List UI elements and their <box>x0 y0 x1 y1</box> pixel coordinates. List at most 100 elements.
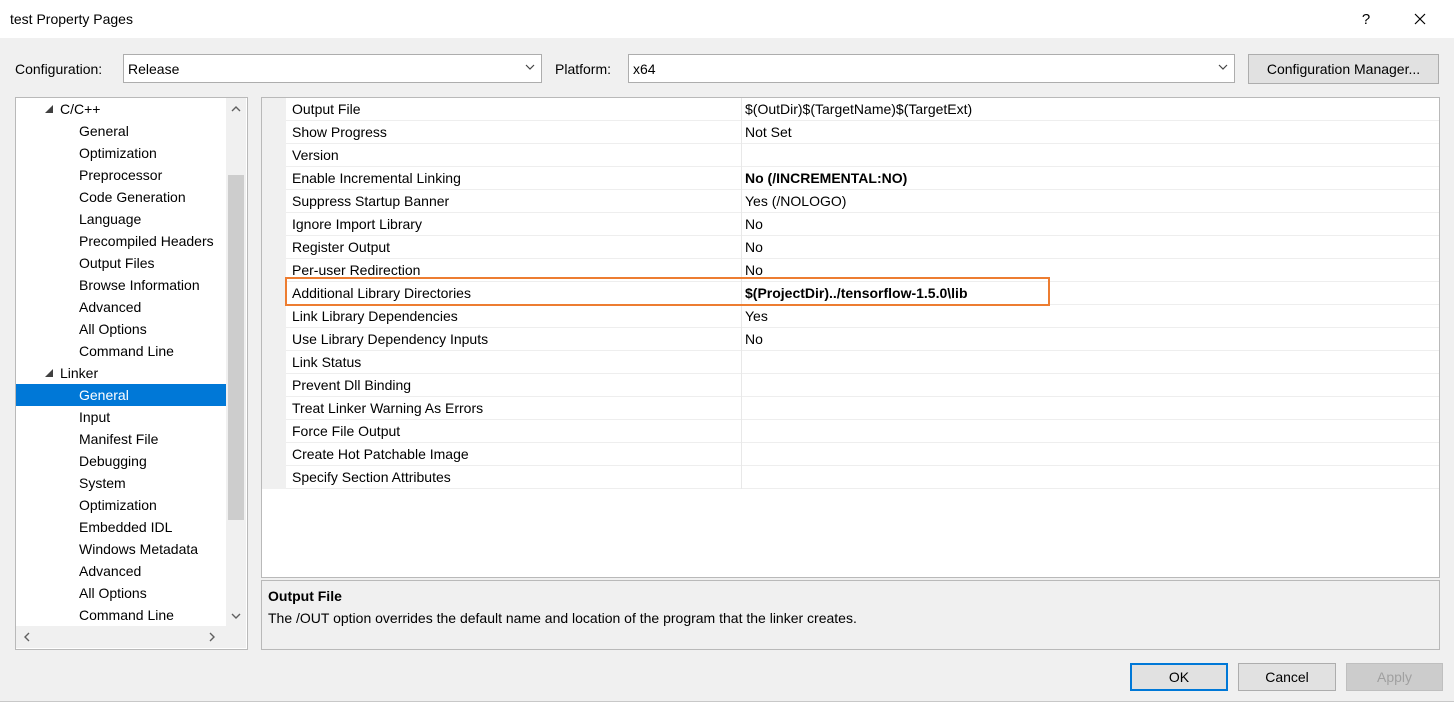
tree-item[interactable]: Advanced <box>16 296 226 318</box>
cancel-button[interactable]: Cancel <box>1238 663 1336 691</box>
platform-label: Platform: <box>555 61 612 77</box>
property-value[interactable]: $(OutDir)$(TargetName)$(TargetExt) <box>745 101 972 117</box>
property-name: Additional Library Directories <box>292 285 471 301</box>
tree-item[interactable]: All Options <box>16 582 226 604</box>
property-row[interactable]: Version <box>286 144 1439 167</box>
property-row[interactable]: Show Progress Not Set <box>286 121 1439 144</box>
property-name: Force File Output <box>292 423 401 439</box>
property-row[interactable]: Output File $(OutDir)$(TargetName)$(Targe… <box>286 98 1439 121</box>
scroll-left-icon[interactable] <box>21 631 33 643</box>
property-row[interactable]: Additional Library Directories $(ProjectD… <box>286 282 1439 305</box>
tree-item[interactable]: Advanced <box>16 560 226 582</box>
apply-button[interactable]: Apply <box>1346 663 1443 691</box>
tree-group[interactable]: Linker <box>16 362 226 384</box>
tree-group[interactable]: C/C++ <box>16 98 226 120</box>
tree-item[interactable]: Output Files <box>16 252 226 274</box>
tree-item[interactable]: Debugging <box>16 450 226 472</box>
property-row[interactable]: Create Hot Patchable Image <box>286 443 1439 466</box>
property-name: Link Library Dependencies <box>292 308 458 324</box>
property-grid[interactable]: Output File $(OutDir)$(TargetName)$(Targe… <box>261 97 1440 578</box>
description-pane: Output File The /OUT option overrides th… <box>261 580 1440 650</box>
property-value[interactable]: No <box>745 239 763 255</box>
tree-item-label: Command Line <box>79 607 174 623</box>
tree-item[interactable]: General <box>16 120 226 142</box>
property-name: Enable Incremental Linking <box>292 170 461 186</box>
property-row[interactable]: Link Status <box>286 351 1439 374</box>
close-icon <box>1414 13 1426 25</box>
tree-item[interactable]: Command Line <box>16 340 226 362</box>
platform-value: x64 <box>633 61 656 77</box>
tree-item-label: All Options <box>79 585 147 601</box>
scroll-down-icon[interactable] <box>230 610 242 622</box>
tree-item[interactable]: Preprocessor <box>16 164 226 186</box>
window-title: test Property Pages <box>10 11 133 27</box>
tree-item[interactable]: Manifest File <box>16 428 226 450</box>
tree-item[interactable]: Embedded IDL <box>16 516 226 538</box>
tree-item[interactable]: Code Generation <box>16 186 226 208</box>
property-value[interactable]: No <box>745 216 763 232</box>
platform-dropdown[interactable]: x64 <box>628 54 1235 83</box>
property-row[interactable]: Treat Linker Warning As Errors <box>286 397 1439 420</box>
tree-item[interactable]: All Options <box>16 318 226 340</box>
scroll-up-icon[interactable] <box>230 103 242 115</box>
tree-item[interactable]: Precompiled Headers <box>16 230 226 252</box>
tree-item-label: Debugging <box>79 453 147 469</box>
property-name: Use Library Dependency Inputs <box>292 331 489 347</box>
tree-item-label: General <box>79 123 129 139</box>
tree-item[interactable]: System <box>16 472 226 494</box>
property-name: Specify Section Attributes <box>292 469 451 485</box>
tree-item[interactable]: Input <box>16 406 226 428</box>
tree-horizontal-scrollbar[interactable] <box>16 626 226 648</box>
property-row[interactable]: Enable Incremental Linking No (/INCREMENT… <box>286 167 1439 190</box>
property-row[interactable]: Per-user Redirection No <box>286 259 1439 282</box>
tree-item[interactable]: Browse Information <box>16 274 226 296</box>
expanded-triangle-icon[interactable] <box>44 104 54 114</box>
expanded-triangle-icon[interactable] <box>44 368 54 378</box>
tree-scroll-thumb[interactable] <box>228 175 244 520</box>
property-name: Show Progress <box>292 124 387 140</box>
property-name: Output File <box>292 101 361 117</box>
property-row[interactable]: Use Library Dependency Inputs No <box>286 328 1439 351</box>
property-name: Create Hot Patchable Image <box>292 446 469 462</box>
property-row[interactable]: Specify Section Attributes <box>286 466 1439 489</box>
property-row[interactable]: Force File Output <box>286 420 1439 443</box>
tree-item-label: Code Generation <box>79 189 186 205</box>
property-value[interactable]: Yes <box>745 308 768 324</box>
property-value[interactable]: No <box>745 331 763 347</box>
tree-item[interactable]: Command Line <box>16 604 226 626</box>
property-value[interactable]: No (/INCREMENTAL:NO) <box>745 170 907 186</box>
tree-item[interactable]: General <box>16 384 226 406</box>
tree-item-label: Advanced <box>79 299 142 315</box>
property-row[interactable]: Suppress Startup Banner Yes (/NOLOGO) <box>286 190 1439 213</box>
property-row[interactable]: Register Output No <box>286 236 1439 259</box>
property-value[interactable]: No <box>745 262 763 278</box>
configuration-manager-button[interactable]: Configuration Manager... <box>1248 54 1439 84</box>
description-text: The /OUT option overrides the default na… <box>268 610 857 626</box>
tree-item-label: Preprocessor <box>79 167 163 183</box>
property-row[interactable]: Link Library Dependencies Yes <box>286 305 1439 328</box>
configuration-dropdown[interactable]: Release <box>123 54 542 83</box>
tree-item-label: Output Files <box>79 255 155 271</box>
tree-item-label: Embedded IDL <box>79 519 173 535</box>
tree-item-label: Manifest File <box>79 431 159 447</box>
scroll-right-icon[interactable] <box>206 631 218 643</box>
column-divider[interactable] <box>741 98 742 489</box>
tree-item[interactable]: Windows Metadata <box>16 538 226 560</box>
tree-item-label: Input <box>79 409 111 425</box>
tree-item[interactable]: Optimization <box>16 142 226 164</box>
help-button[interactable]: ? <box>1346 4 1386 34</box>
ok-button[interactable]: OK <box>1130 663 1228 691</box>
tree-item[interactable]: Optimization <box>16 494 226 516</box>
tree-item-label: System <box>79 475 126 491</box>
tree-item[interactable]: Language <box>16 208 226 230</box>
property-value[interactable]: Yes (/NOLOGO) <box>745 193 846 209</box>
property-value[interactable]: Not Set <box>745 124 792 140</box>
property-tree[interactable]: C/C++ General Optimization Preprocessor Code… <box>15 97 248 650</box>
close-button[interactable] <box>1400 4 1440 34</box>
tree-item-label: General <box>79 387 129 403</box>
tree-vertical-scrollbar[interactable] <box>226 98 246 626</box>
property-row[interactable]: Prevent Dll Binding <box>286 374 1439 397</box>
property-value[interactable]: $(ProjectDir)../tensorflow-1.5.0\lib <box>745 285 968 301</box>
tree-item-label: Language <box>79 211 142 227</box>
property-row[interactable]: Ignore Import Library No <box>286 213 1439 236</box>
